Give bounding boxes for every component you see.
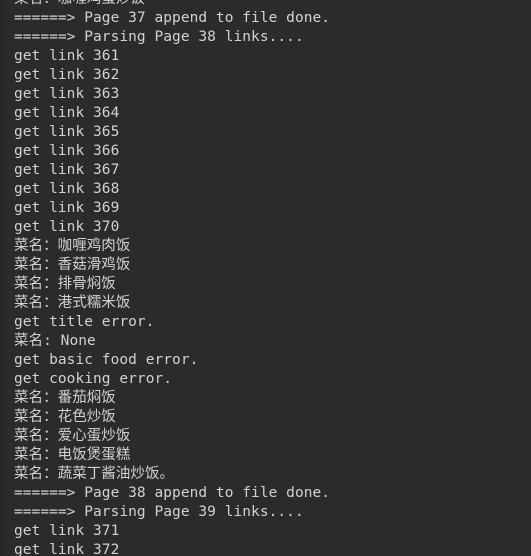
- console-line: 菜名：番茄焖饭: [14, 390, 116, 406]
- console-line: 菜名：港式糯米饭: [14, 295, 131, 311]
- console-line: get link 367: [14, 162, 120, 178]
- console-line: get link 370: [14, 219, 120, 235]
- console-line: 菜名: None: [14, 333, 96, 349]
- console-output-panel[interactable]: 菜名：咖喱鸡蛋炒饭======> Page 37 append to file …: [0, 0, 531, 556]
- console-line: 菜名：蔬菜丁酱油炒饭。: [14, 466, 175, 482]
- console-line: get link 363: [14, 86, 120, 102]
- console-line: get link 372: [14, 542, 120, 556]
- console-log-lines: 菜名：咖喱鸡蛋炒饭======> Page 37 append to file …: [0, 0, 531, 556]
- console-line: 菜名：花色炒饭: [14, 409, 116, 425]
- console-line: get link 371: [14, 523, 120, 539]
- console-line: 菜名：电饭煲蛋糕: [14, 447, 131, 463]
- console-line: get link 368: [14, 181, 120, 197]
- console-line: get cooking error.: [14, 371, 173, 387]
- console-line: ======> Page 38 append to file done.: [14, 485, 331, 501]
- console-line: get basic food error.: [14, 352, 199, 368]
- console-line: get link 361: [14, 48, 120, 64]
- console-line: get link 362: [14, 67, 120, 83]
- console-line: get link 369: [14, 200, 120, 216]
- console-line: get link 364: [14, 105, 120, 121]
- console-line: ======> Page 37 append to file done.: [14, 10, 331, 26]
- console-line: 菜名：咖喱鸡蛋炒饭: [0, 0, 531, 9]
- console-line: 菜名：咖喱鸡肉饭: [14, 238, 131, 254]
- console-line: ======> Parsing Page 38 links....: [14, 29, 304, 45]
- console-line: 菜名：排骨焖饭: [14, 276, 116, 292]
- console-line: 菜名：香菇滑鸡饭: [14, 257, 131, 273]
- console-line: ======> Parsing Page 39 links....: [14, 504, 304, 520]
- console-line: get link 365: [14, 124, 120, 140]
- console-line: get link 366: [14, 143, 120, 159]
- console-line: 菜名：爱心蛋炒饭: [14, 428, 131, 444]
- console-line: get title error.: [14, 314, 155, 330]
